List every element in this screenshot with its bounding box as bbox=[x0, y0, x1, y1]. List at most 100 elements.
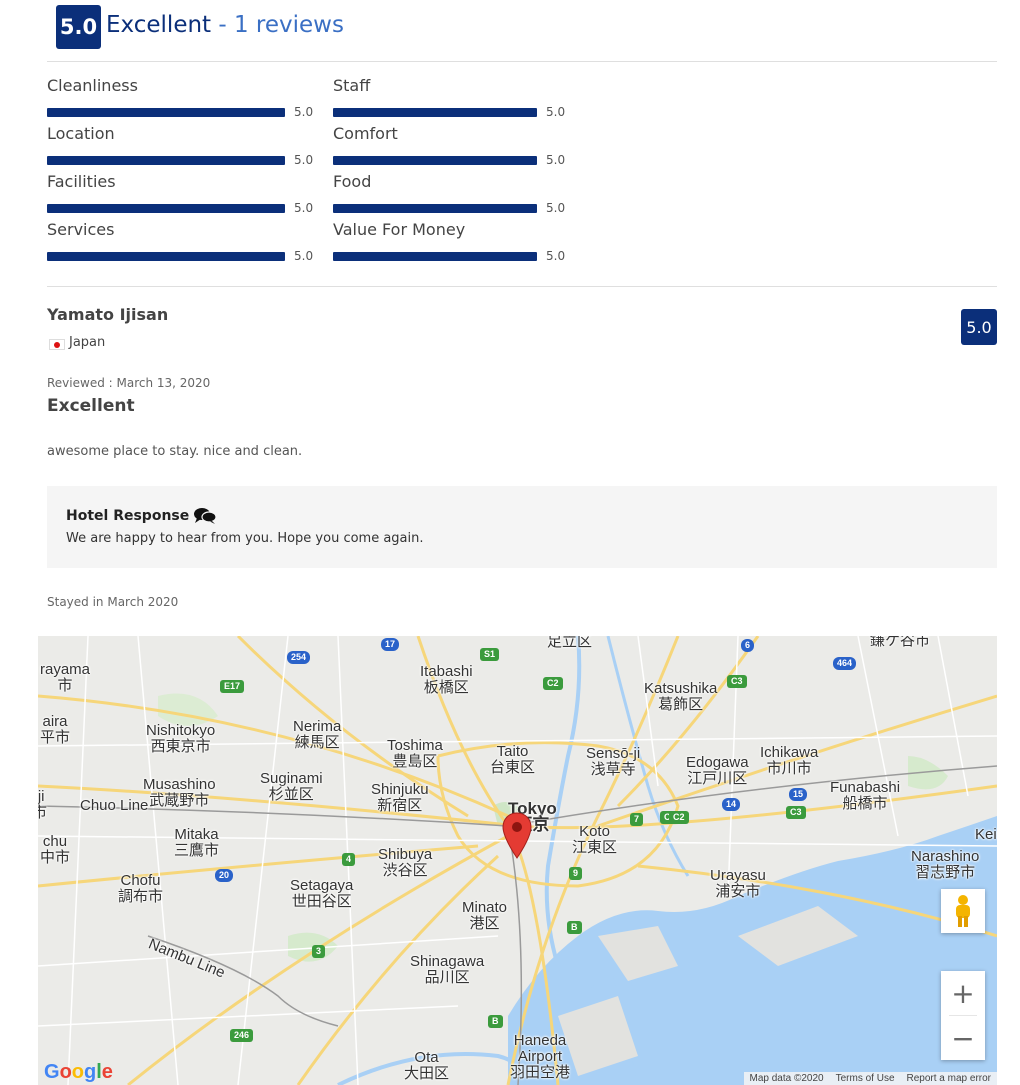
category-label-food: Food bbox=[333, 172, 372, 191]
category-label-value-for-money: Value For Money bbox=[333, 220, 466, 239]
category-score-cleanliness: 5.0 bbox=[294, 105, 314, 119]
zoom-out-button[interactable]: − bbox=[941, 1016, 985, 1060]
category-bar-cleanliness bbox=[47, 108, 285, 117]
category-bar-services bbox=[47, 252, 285, 261]
map-label-funabashi: Funabashi 船橋市 bbox=[830, 779, 901, 812]
road-shield: C2 bbox=[669, 811, 689, 824]
reviewer-country: Japan bbox=[69, 335, 106, 350]
map-label-kamagaya: 鎌ケ谷市 bbox=[870, 636, 931, 649]
map-label-nerima: Nerima 練馬区 bbox=[293, 718, 342, 751]
map-label-shinagawa: Shinagawa 品川区 bbox=[410, 953, 485, 986]
map-label-musashino: Musashino 武蔵野市 bbox=[143, 776, 216, 809]
category-label-location: Location bbox=[47, 124, 115, 143]
map-background bbox=[38, 636, 997, 1085]
map-label-taito: Taito 台東区 bbox=[490, 743, 536, 776]
category-label-services: Services bbox=[47, 220, 115, 239]
zoom-controls: + − bbox=[941, 971, 985, 1060]
location-marker-icon[interactable] bbox=[502, 812, 532, 860]
map-label-haneda: Haneda Airport 羽田空港 bbox=[510, 1032, 571, 1081]
map-label-shinjuku: Shinjuku 新宿区 bbox=[371, 781, 429, 814]
map-label-urayasu: Urayasu 浦安市 bbox=[710, 867, 766, 900]
road-shield: 3 bbox=[312, 945, 326, 958]
road-shield: S1 bbox=[480, 648, 500, 661]
map-label-chofu: Chofu 調布市 bbox=[118, 872, 164, 905]
road-shield: E17 bbox=[220, 680, 245, 693]
category-score-comfort: 5.0 bbox=[546, 153, 566, 167]
map-label-mitaka: Mitaka 三鷹市 bbox=[174, 826, 220, 859]
hotel-response-title: Hotel Response bbox=[66, 507, 217, 525]
review-score-badge: 5.0 bbox=[961, 309, 997, 345]
hotel-response-box bbox=[47, 486, 997, 568]
category-label-facilities: Facilities bbox=[47, 172, 116, 191]
category-label-cleanliness: Cleanliness bbox=[47, 76, 138, 95]
zoom-in-button[interactable]: + bbox=[941, 971, 985, 1015]
road-shield: C3 bbox=[786, 806, 806, 819]
map-label-katsushika: Katsushika 葛飾区 bbox=[644, 680, 718, 713]
road-shield: 7 bbox=[630, 813, 644, 826]
map-label-rayama: rayama 市 bbox=[40, 661, 91, 694]
road-shield: 20 bbox=[215, 869, 234, 882]
map-label-narashino: Narashino 習志野市 bbox=[911, 848, 980, 881]
category-score-value-for-money: 5.0 bbox=[546, 249, 566, 263]
hotel-response-label: Hotel Response bbox=[66, 508, 190, 524]
category-bar-location bbox=[47, 156, 285, 165]
map-label-suginami: Suginami 杉並区 bbox=[260, 770, 323, 803]
terms-of-use-link[interactable]: Terms of Use bbox=[836, 1073, 895, 1084]
chat-bubbles-icon bbox=[194, 508, 217, 524]
road-shield: 6 bbox=[741, 639, 755, 652]
map-label-aira: aira 平市 bbox=[40, 713, 71, 746]
map-label-nishitokyo: Nishitokyo 西東京市 bbox=[146, 722, 216, 755]
category-score-location: 5.0 bbox=[294, 153, 314, 167]
map-label-itabashi: Itabashi 板橋区 bbox=[420, 663, 473, 696]
street-view-pegman-button[interactable] bbox=[941, 889, 985, 933]
map-label-chu: chu 中市 bbox=[40, 833, 71, 866]
category-bar-value-for-money bbox=[333, 252, 537, 261]
category-bar-facilities bbox=[47, 204, 285, 213]
google-logo: Google bbox=[44, 1061, 113, 1083]
road-shield: C2 bbox=[543, 677, 563, 690]
map-label-toshima: Toshima 豊島区 bbox=[387, 737, 443, 770]
category-score-facilities: 5.0 bbox=[294, 201, 314, 215]
map-label-koto: Koto 江東区 bbox=[572, 823, 618, 856]
review-title: Excellent bbox=[47, 396, 135, 416]
divider bbox=[47, 61, 997, 62]
stay-date: Stayed in March 2020 bbox=[47, 595, 179, 609]
report-map-error-link[interactable]: Report a map error bbox=[907, 1073, 991, 1084]
location-map[interactable]: Tokyo 東京 Itabashi 板橋区 Katsushika 葛飾区 Nishit… bbox=[38, 636, 997, 1085]
map-label-shibuya: Shibuya 渋谷区 bbox=[378, 846, 433, 879]
map-data-text: Map data ©2020 bbox=[749, 1073, 824, 1084]
road-shield: B bbox=[488, 1015, 503, 1028]
road-shield: 254 bbox=[287, 651, 311, 664]
divider bbox=[47, 286, 997, 287]
pegman-icon bbox=[956, 895, 970, 927]
road-shield: B bbox=[567, 921, 582, 934]
road-shield: 14 bbox=[722, 798, 741, 811]
rating-separator: - bbox=[211, 12, 234, 38]
reviewer-name: Yamato Ijisan bbox=[47, 305, 169, 324]
map-label-edogawa: Edogawa 江戸川区 bbox=[686, 754, 749, 787]
road-shield: 4 bbox=[342, 853, 356, 866]
category-label-staff: Staff bbox=[333, 76, 371, 95]
review-date: Reviewed : March 13, 2020 bbox=[47, 376, 211, 390]
road-shield: C3 bbox=[727, 675, 747, 688]
map-label-setagaya: Setagaya 世田谷区 bbox=[290, 877, 354, 910]
category-score-food: 5.0 bbox=[546, 201, 566, 215]
map-label-minato: Minato 港区 bbox=[462, 899, 508, 932]
review-text: awesome place to stay. nice and clean. bbox=[47, 444, 303, 459]
road-shield: 15 bbox=[789, 788, 808, 801]
map-label-keis: Keis bbox=[975, 826, 997, 843]
category-bar-comfort bbox=[333, 156, 537, 165]
road-shield: 17 bbox=[381, 638, 400, 651]
map-attribution: Map data ©2020 Terms of Use Report a map… bbox=[743, 1072, 997, 1085]
map-label-sensoji: Sensō-ji 浅草寺 bbox=[586, 745, 641, 778]
hotel-response-text: We are happy to hear from you. Hope you … bbox=[66, 531, 424, 546]
category-score-staff: 5.0 bbox=[546, 105, 566, 119]
road-shield: 464 bbox=[833, 657, 857, 670]
reviews-count-link[interactable]: 1 reviews bbox=[234, 12, 344, 38]
road-shield: 9 bbox=[569, 867, 583, 880]
road-shield: 246 bbox=[230, 1029, 254, 1042]
map-label-ji: iji 市 bbox=[38, 788, 48, 821]
map-label-chuoline: Chuo Line bbox=[80, 797, 149, 814]
japan-flag-icon bbox=[49, 339, 65, 350]
category-label-comfort: Comfort bbox=[333, 124, 398, 143]
